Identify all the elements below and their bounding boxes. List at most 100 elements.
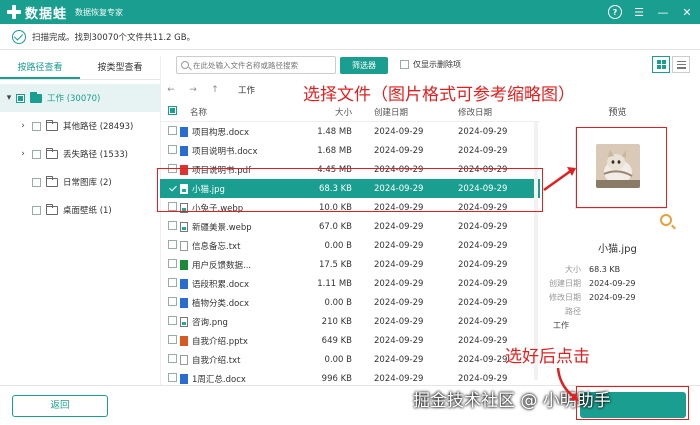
file-name: 自我介绍.pptx [192, 336, 248, 347]
grid-view-button[interactable] [652, 56, 670, 73]
tree-item-work[interactable]: ▾ 工作 (30070) [0, 84, 160, 112]
tree-item-label: 日常图库 (2) [63, 178, 112, 188]
col-created-header[interactable]: 创建日期 [360, 106, 456, 118]
meta-path-value: 工作 [553, 321, 569, 330]
tree-item-desktop-wallpaper[interactable]: 桌面壁纸 (1) [0, 196, 160, 224]
file-row[interactable]: 信息备忘.txt 0.00 B 2024-09-29 2024-09-29 [160, 236, 540, 255]
preview-file-name: 小猫.jpg [598, 244, 637, 255]
file-size: 17.5 KB [318, 259, 352, 270]
tree-checkbox[interactable] [16, 93, 25, 103]
meta-value: 68.3 KB [589, 264, 621, 274]
file-row[interactable]: 项目说明书.docx 1.68 MB 2024-09-29 2024-09-29 [160, 141, 540, 160]
close-icon[interactable]: ✕ [680, 5, 694, 19]
txt-file-icon [180, 354, 188, 365]
list-view-button[interactable] [672, 56, 690, 73]
forward-arrow-icon[interactable]: → [182, 85, 204, 95]
file-name: 新疆美景.webp [192, 222, 252, 233]
file-name: 用户反馈数据... [192, 260, 252, 271]
back-button[interactable]: 返回 [12, 395, 108, 417]
list-icon [676, 60, 686, 69]
file-size: 210 KB [321, 316, 352, 327]
file-name: 项目说明书.docx [192, 146, 258, 157]
file-created: 2024-09-29 [374, 240, 424, 251]
doc-file-icon [180, 297, 188, 308]
deleted-only-option[interactable]: 仅显示删除项 [400, 59, 461, 70]
filter-button[interactable]: 筛选器 [340, 57, 388, 74]
file-created: 2024-09-29 [374, 354, 424, 365]
menu-icon[interactable]: ☰ [632, 5, 646, 19]
file-name: 植物分类.docx [192, 298, 250, 309]
check-circle-icon [12, 29, 26, 44]
zoom-icon[interactable] [660, 214, 672, 226]
app-name: 数据蛙 [25, 6, 68, 22]
tree-item-lost-paths[interactable]: › 丢失路径 (1533) [0, 140, 160, 168]
tree-item-label: 工作 (30070) [47, 94, 101, 104]
caret-right-icon[interactable]: › [18, 149, 28, 159]
doc-file-icon [180, 373, 188, 384]
search-input[interactable] [193, 60, 333, 70]
file-created: 2024-09-29 [374, 145, 424, 156]
file-table-header: 名称 大小 创建日期 修改日期 [160, 102, 540, 122]
file-row[interactable]: 咨询.png 210 KB 2024-09-29 2024-09-29 [160, 312, 540, 331]
tree-item-label: 其他路径 (28493) [63, 122, 134, 132]
file-row[interactable]: 用户反馈数据... 17.5 KB 2024-09-29 2024-09-29 [160, 255, 540, 274]
file-modified: 2024-09-29 [458, 297, 508, 308]
preview-metadata: 大小 68.3 KB 创建日期 2024-09-29 修改日期 2024-09-29 … [545, 262, 695, 331]
meta-value: 2024-09-29 [589, 292, 636, 302]
search-icon [181, 61, 189, 69]
tree-checkbox[interactable] [32, 205, 41, 215]
file-modified: 2024-09-29 [458, 316, 508, 327]
file-row[interactable]: 自我介绍.txt 0.00 B 2024-09-29 2024-09-29 [160, 350, 540, 369]
folder-icon [46, 147, 58, 159]
view-mode-toggle [652, 56, 690, 73]
file-name: 自我介绍.txt [192, 355, 241, 366]
search-box[interactable] [176, 56, 336, 74]
recover-button-highlight [576, 386, 689, 420]
file-modified: 2024-09-29 [458, 259, 508, 270]
tree-checkbox[interactable] [32, 121, 41, 131]
tab-by-path[interactable]: 按路径查看 [0, 58, 80, 79]
view-tabs: 按路径查看 按类型查看 [0, 58, 160, 80]
breadcrumb[interactable]: 工作 [238, 84, 255, 96]
file-name: 咨询.png [192, 317, 228, 328]
img-file-icon [180, 221, 188, 232]
col-name-header[interactable]: 名称 [176, 106, 294, 118]
file-table-body: 项目构思.docx 1.48 MB 2024-09-29 2024-09-29 项目说明… [160, 122, 540, 388]
file-row[interactable]: 语段积累.docx 1.11 MB 2024-09-29 2024-09-29 [160, 274, 540, 293]
file-row[interactable]: 自我介绍.pptx 649 KB 2024-09-29 2024-09-29 [160, 331, 540, 350]
back-arrow-icon[interactable]: ← [160, 85, 182, 95]
meta-key: 修改日期 [549, 292, 581, 302]
tree-item-other-paths[interactable]: › 其他路径 (28493) [0, 112, 160, 140]
deleted-only-checkbox[interactable] [400, 60, 409, 69]
up-arrow-icon[interactable]: ↑ [204, 85, 226, 95]
caret-right-icon[interactable]: › [18, 121, 28, 131]
title-bar: 数据蛙 数据恢复专家 ? ☰ — ✕ [0, 0, 700, 24]
file-name: 1周汇总.docx [192, 374, 246, 385]
deleted-only-label: 仅显示删除项 [413, 60, 461, 69]
thumbnail-highlight [576, 127, 667, 208]
txt-file-icon [180, 240, 188, 251]
minimize-icon[interactable]: — [656, 5, 670, 19]
select-all-checkbox[interactable] [168, 105, 177, 115]
col-modified-header[interactable]: 修改日期 [456, 106, 536, 118]
doc-file-icon [180, 145, 188, 156]
tree-item-daily-gallery[interactable]: 日常图库 (2) [0, 168, 160, 196]
file-row[interactable]: 植物分类.docx 0.00 B 2024-09-29 2024-09-29 [160, 293, 540, 312]
app-logo: 数据蛙 数据恢复专家 [6, 3, 123, 22]
file-created: 2024-09-29 [374, 297, 424, 308]
tab-by-type[interactable]: 按类型查看 [80, 58, 160, 79]
caret-down-icon[interactable]: ▾ [4, 93, 14, 103]
tree-checkbox[interactable] [32, 149, 41, 159]
meta-key: 创建日期 [549, 278, 581, 288]
annotation-select-file: 选择文件（图片格式可参考缩略图） [303, 85, 575, 105]
file-row[interactable]: 项目构思.docx 1.48 MB 2024-09-29 2024-09-29 [160, 122, 540, 141]
tree-checkbox[interactable] [32, 177, 41, 187]
help-icon[interactable]: ? [608, 5, 622, 19]
selected-file-highlight [157, 168, 543, 212]
file-name: 项目构思.docx [192, 127, 250, 138]
file-row[interactable]: 新疆美景.webp 67.0 KB 2024-09-29 2024-09-29 [160, 217, 540, 236]
doc-file-icon [180, 126, 188, 137]
file-size: 0.00 B [324, 297, 352, 308]
col-size-header[interactable]: 大小 [294, 106, 360, 118]
preview-title: 预览 [608, 108, 627, 118]
